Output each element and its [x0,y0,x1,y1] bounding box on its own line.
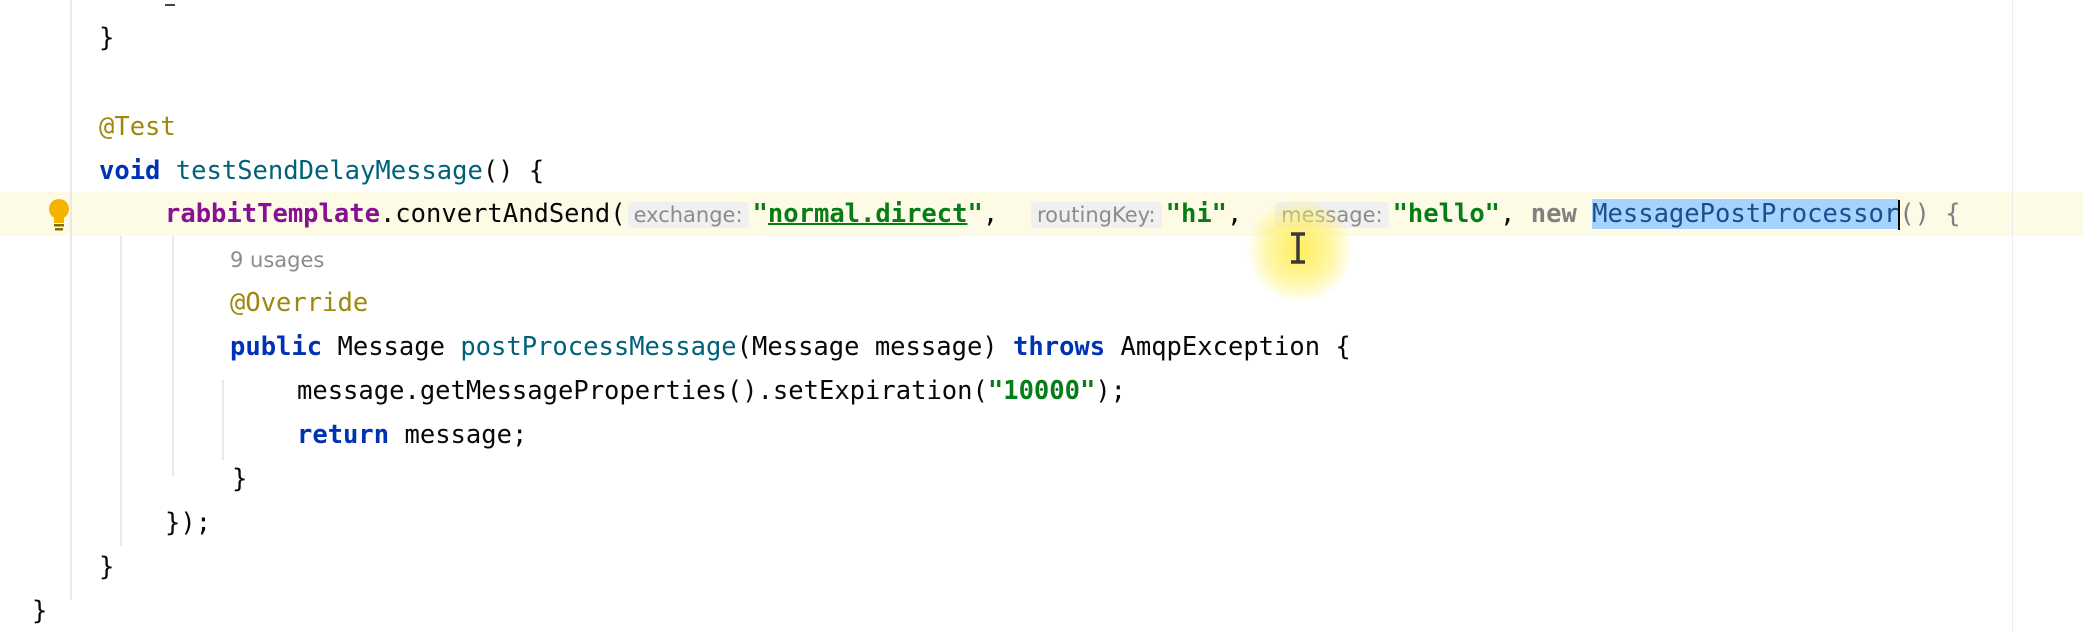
keyword-void: void [99,156,161,186]
string-expiration: "10000" [987,376,1096,406]
method-signature-end: () { [482,156,545,186]
code-line-return: return message; [297,413,527,457]
code-editor[interactable]: } @Test void testSendDelayMessage() { ra… [0,0,2083,632]
selected-class-name[interactable]: MessagePostProcessor [1592,199,1900,229]
string-exchange-value: normal.direct [767,199,968,229]
return-type: Message [337,332,445,362]
anonymous-class-tail: () { [1899,199,1961,229]
code-line-convert-and-send: rabbitTemplate.convertAndSend(exchange: "… [165,192,1961,236]
usages-code-vision[interactable]: 9 usages [230,238,324,282]
code-line-call-close: }); [165,508,212,538]
parameter-hint-routing-key: routingKey: [1030,202,1162,228]
method-name-post-process: postProcessMessage [460,332,737,362]
indent-guide [70,0,72,600]
string-quote: " [752,199,768,229]
method-name: testSendDelayMessage [175,156,483,186]
return-value: message; [404,420,528,450]
parameter-hint-exchange: exchange: [627,202,749,228]
code-line-class-close: } [32,596,48,626]
statement-end: ); [1095,376,1127,406]
method-call-convert-and-send: .convertAndSend( [379,199,626,229]
code-line-test-annotation: @Test [99,112,176,142]
comma: , [1227,199,1243,229]
exception-type: AmqpException { [1120,332,1351,362]
string-message: "hello" [1392,199,1501,229]
code-line-post-process-declaration: public Message postProcessMessage(Messag… [230,325,1351,369]
code-line-test-close: } [99,552,115,582]
field-rabbit-template: rabbitTemplate [165,199,380,229]
code-line-method-close: } [232,464,248,494]
keyword-new: new [1530,199,1577,229]
indent-guide [222,380,224,460]
keyword-public: public [230,332,323,362]
code-line-set-expiration: message.getMessageProperties().setExpira… [297,369,1126,413]
string-routing-key: "hi" [1165,199,1228,229]
comma: , [1500,199,1516,229]
right-margin-guide [2012,0,2013,632]
text-cursor-icon [1288,232,1308,264]
lightbulb-icon[interactable] [46,197,72,231]
string-quote: " [967,199,983,229]
code-line-method-declaration: void testSendDelayMessage() { [99,149,544,193]
indent-guide [120,236,122,546]
code-line-override-annotation: @Override [230,288,369,318]
method-params: (Message message) [736,332,998,362]
keyword-throws: throws [1013,332,1106,362]
indent-guide [172,236,174,476]
keyword-return: return [297,420,390,450]
comma: , [982,199,999,229]
method-call-set-expiration: message.getMessageProperties().setExpira… [297,376,988,406]
code-line-closing-brace: } [99,23,115,53]
previous-code-fragment [165,0,175,6]
